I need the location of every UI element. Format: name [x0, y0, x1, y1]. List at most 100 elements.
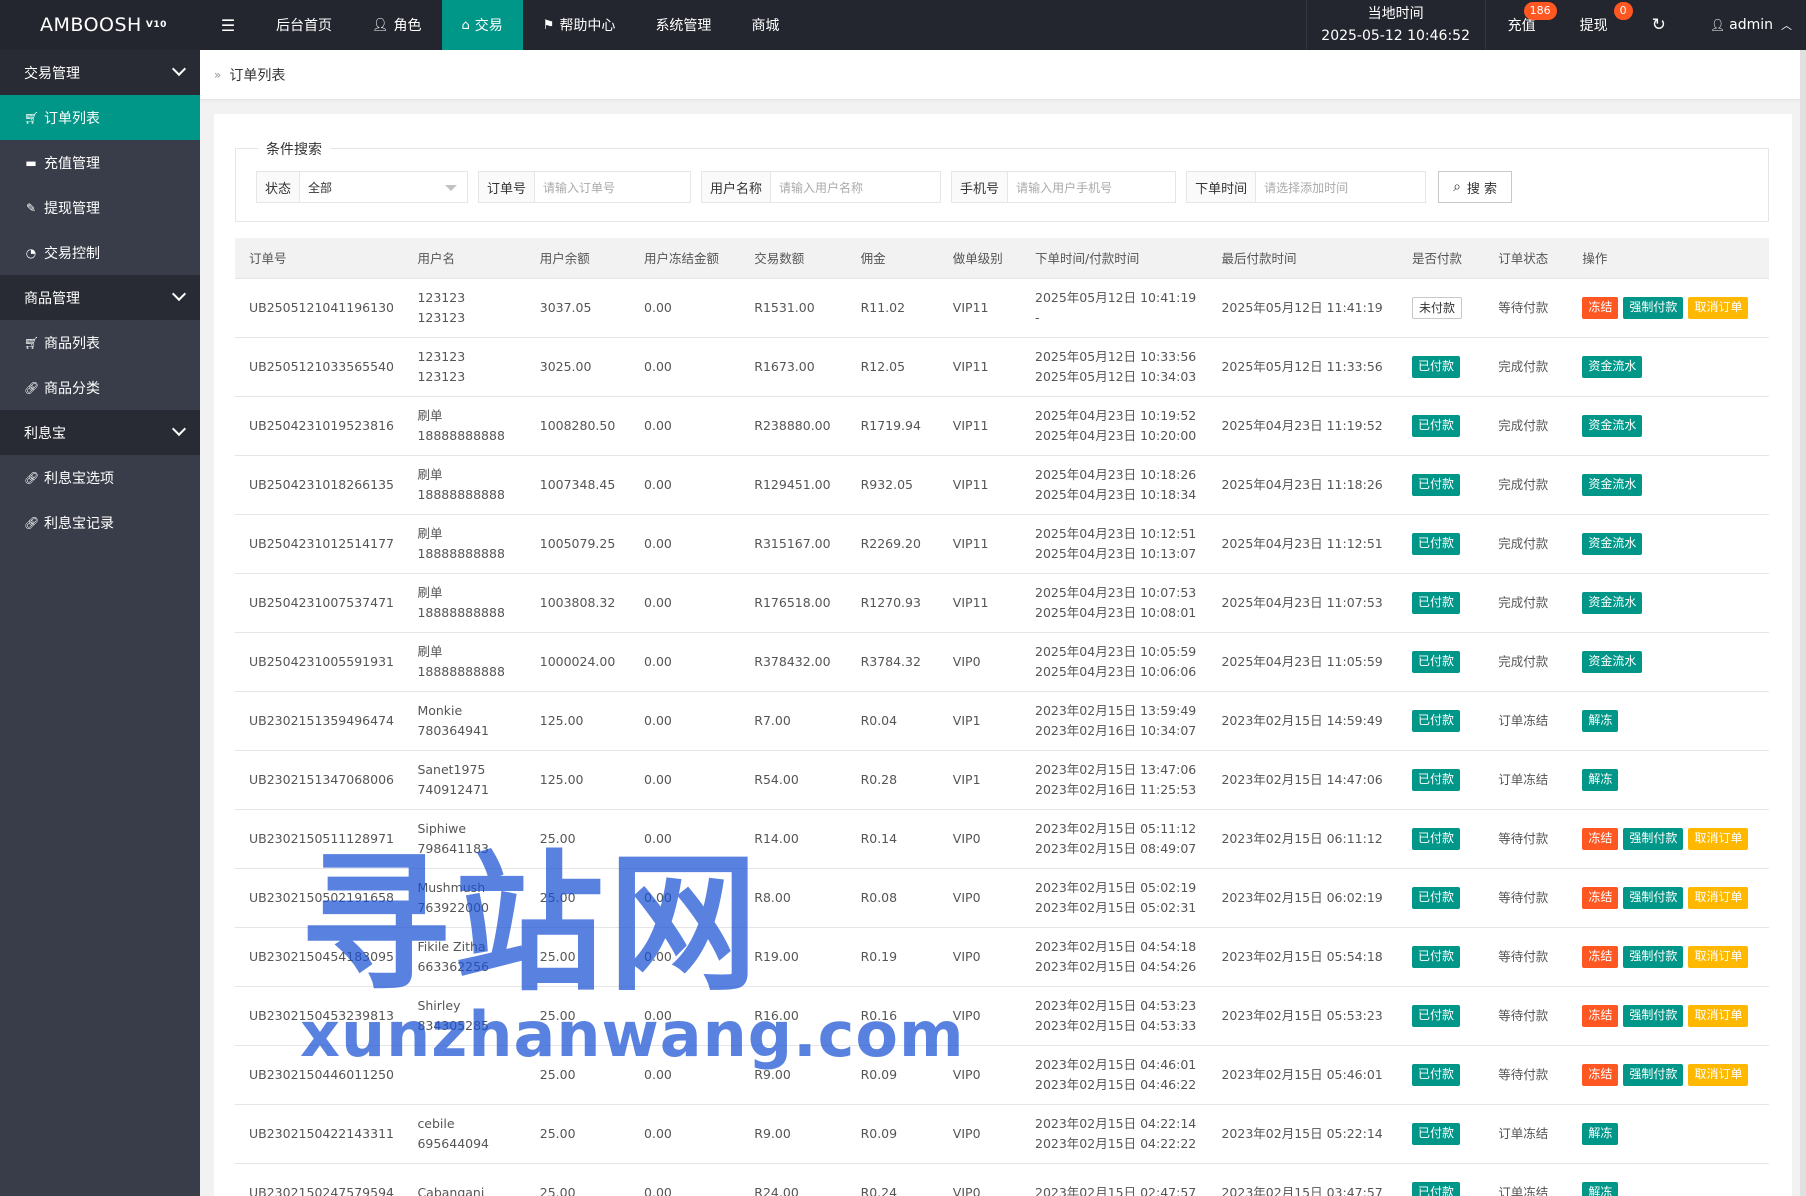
- nav-system[interactable]: 系统管理: [635, 0, 731, 50]
- sidebar-item-goods-category[interactable]: 🔗︎ 商品分类: [0, 365, 200, 410]
- nav-trade[interactable]: ⌂ 交易: [441, 0, 523, 50]
- order-time: 2023年02月15日 05:02:19: [1035, 879, 1197, 895]
- action-button[interactable]: 取消订单: [1688, 296, 1749, 319]
- table-row: UB2302150454183095 Fikile Zitha 663362256 2…: [235, 927, 1769, 987]
- menu-toggle-icon[interactable]: ☰: [200, 0, 256, 50]
- table-row: UB2302150247579594 Cabangani 25.00 0.00 R24.…: [235, 1163, 1769, 1196]
- sidebar-group-trade[interactable]: 交易管理: [0, 50, 200, 95]
- action-button[interactable]: 资金流水: [1582, 650, 1643, 673]
- order-input[interactable]: 请输入订单号: [535, 171, 692, 203]
- table-cell: 资金流水: [1568, 632, 1769, 692]
- table-cell: R1270.93: [846, 573, 939, 633]
- nav-help[interactable]: ⚑ 帮助中心: [523, 0, 636, 50]
- action-button[interactable]: 取消订单: [1688, 827, 1749, 850]
- action-button[interactable]: 冻结: [1582, 945, 1619, 968]
- logo[interactable]: AMBOOSH V10: [0, 0, 200, 50]
- gauge-icon: ◔: [25, 245, 37, 260]
- table-cell: 25.00: [525, 986, 631, 1046]
- action-button[interactable]: 资金流水: [1582, 591, 1643, 614]
- sidebar-item-orders[interactable]: 🛒︎ 订单列表: [0, 95, 200, 140]
- action-button[interactable]: 资金流水: [1582, 473, 1643, 496]
- table-cell: R0.19: [846, 927, 939, 987]
- table-cell: R238880.00: [740, 396, 847, 456]
- user-menu[interactable]: 👤︎ admin ︿: [1688, 0, 1806, 50]
- action-button[interactable]: 强制付款: [1623, 886, 1684, 909]
- action-button[interactable]: 强制付款: [1623, 827, 1684, 850]
- recharge-link[interactable]: 充值 186: [1486, 0, 1558, 50]
- action-button[interactable]: 冻结: [1582, 886, 1619, 909]
- action-button[interactable]: 资金流水: [1582, 414, 1643, 437]
- table-cell: 订单冻结: [1484, 1163, 1569, 1196]
- table-cell: 已付款: [1397, 632, 1485, 692]
- orders-table: 订单号 用户名 用户余额 用户冻结金额 交易数额 佣金 做单级别 下单时间/付款时间 最后付款时…: [235, 238, 1769, 1196]
- action-button[interactable]: 取消订单: [1688, 1063, 1749, 1086]
- order-status: 等待付款: [1498, 1007, 1549, 1023]
- table-header-row: 订单号 用户名 用户余额 用户冻结金额 交易数额 佣金 做单级别 下单时间/付款时间 最后付款时…: [235, 238, 1769, 279]
- table-cell: 2023年02月15日 03:47:57: [1207, 1163, 1398, 1196]
- action-button[interactable]: 取消订单: [1688, 886, 1749, 909]
- username-input[interactable]: 请输入用户名称: [771, 171, 942, 203]
- search-button[interactable]: ⌕ 搜 索: [1438, 171, 1513, 203]
- user-balance: 1000024.00: [539, 653, 616, 669]
- order-time: 2023年02月15日 04:53:23: [1035, 997, 1197, 1013]
- action-button[interactable]: 强制付款: [1623, 945, 1684, 968]
- time-input[interactable]: 请选择添加时间: [1256, 171, 1427, 203]
- action-button[interactable]: 资金流水: [1582, 355, 1643, 378]
- phone-input[interactable]: 请输入用户手机号: [1008, 171, 1177, 203]
- action-button[interactable]: 强制付款: [1623, 296, 1684, 319]
- nav-home[interactable]: 后台首页: [256, 0, 352, 50]
- table-cell: R176518.00: [740, 573, 847, 633]
- action-button[interactable]: 强制付款: [1623, 1004, 1684, 1027]
- action-button[interactable]: 冻结: [1582, 296, 1619, 319]
- user-balance: 1005079.25: [539, 535, 616, 551]
- table-row: UB2302150422143311 cebile 695644094 25.00 0.…: [235, 1104, 1769, 1164]
- message-icon: ▬: [25, 155, 37, 170]
- table-cell: UB2302151347068006: [235, 750, 404, 810]
- table-cell: Siphiwe 798641183: [403, 809, 526, 869]
- table-cell: 2025年04月23日 10:19:52 2025年04月23日 10:20:00: [1021, 396, 1208, 456]
- action-button[interactable]: 冻结: [1582, 1004, 1619, 1027]
- action-button[interactable]: 解冻: [1582, 1181, 1619, 1196]
- sidebar-item-interest-options[interactable]: 🔗︎ 利息宝选项: [0, 455, 200, 500]
- action-button[interactable]: 取消订单: [1688, 1004, 1749, 1027]
- refresh-icon[interactable]: ↻: [1630, 0, 1688, 50]
- table-cell: 完成付款: [1484, 455, 1569, 515]
- last-pay-time: 2025年04月23日 11:05:59: [1221, 653, 1383, 669]
- sidebar-item-withdraw[interactable]: ✎ 提现管理: [0, 185, 200, 230]
- nav-home-label: 后台首页: [276, 18, 332, 34]
- table-cell: UB2302151359496474: [235, 691, 404, 751]
- double-chevron-icon: »: [214, 67, 222, 82]
- table-row: UB2505121041196130 123123 123123 3037.05 0.0…: [235, 278, 1769, 338]
- table-cell: [403, 1045, 526, 1105]
- sidebar-item-trade-control[interactable]: ◔ 交易控制: [0, 230, 200, 275]
- table-cell: 解冻: [1568, 1163, 1769, 1196]
- action-button[interactable]: 资金流水: [1582, 532, 1643, 555]
- sidebar-item-recharge[interactable]: ▬ 充值管理: [0, 140, 200, 185]
- action-button[interactable]: 冻结: [1582, 1063, 1619, 1086]
- table-cell: 已付款: [1397, 1045, 1485, 1105]
- nav-role[interactable]: 👤︎ 角色: [352, 0, 442, 50]
- withdraw-link[interactable]: 提现 0: [1558, 0, 1633, 50]
- user-frozen: 0.00: [644, 417, 672, 433]
- status-select[interactable]: 全部: [300, 171, 469, 203]
- table-cell: 0.00: [630, 632, 741, 692]
- trade-amount: R16.00: [754, 1007, 799, 1023]
- sidebar-item-goods-list[interactable]: 🛒︎ 商品列表: [0, 320, 200, 365]
- trade-amount: R129451.00: [754, 476, 831, 492]
- action-button[interactable]: 解冻: [1582, 768, 1619, 791]
- action-button[interactable]: 冻结: [1582, 827, 1619, 850]
- table-row: UB2504231018266135 刷单 18888888888 1007348.4…: [235, 455, 1769, 515]
- table-cell: VIP0: [938, 927, 1021, 987]
- sidebar-group-interest[interactable]: 利息宝: [0, 410, 200, 455]
- table-cell: 已付款: [1397, 750, 1485, 810]
- action-button[interactable]: 解冻: [1582, 709, 1619, 732]
- nav-shop[interactable]: 商城: [731, 0, 799, 50]
- action-button[interactable]: 强制付款: [1623, 1063, 1684, 1086]
- sidebar-group-label: 利息宝: [24, 425, 66, 442]
- order-status: 完成付款: [1498, 594, 1549, 610]
- scrollbar[interactable]: [1800, 50, 1806, 1196]
- sidebar-item-interest-records[interactable]: 🔗︎ 利息宝记录: [0, 500, 200, 545]
- sidebar-group-goods[interactable]: 商品管理: [0, 275, 200, 320]
- action-button[interactable]: 取消订单: [1688, 945, 1749, 968]
- action-button[interactable]: 解冻: [1582, 1122, 1619, 1145]
